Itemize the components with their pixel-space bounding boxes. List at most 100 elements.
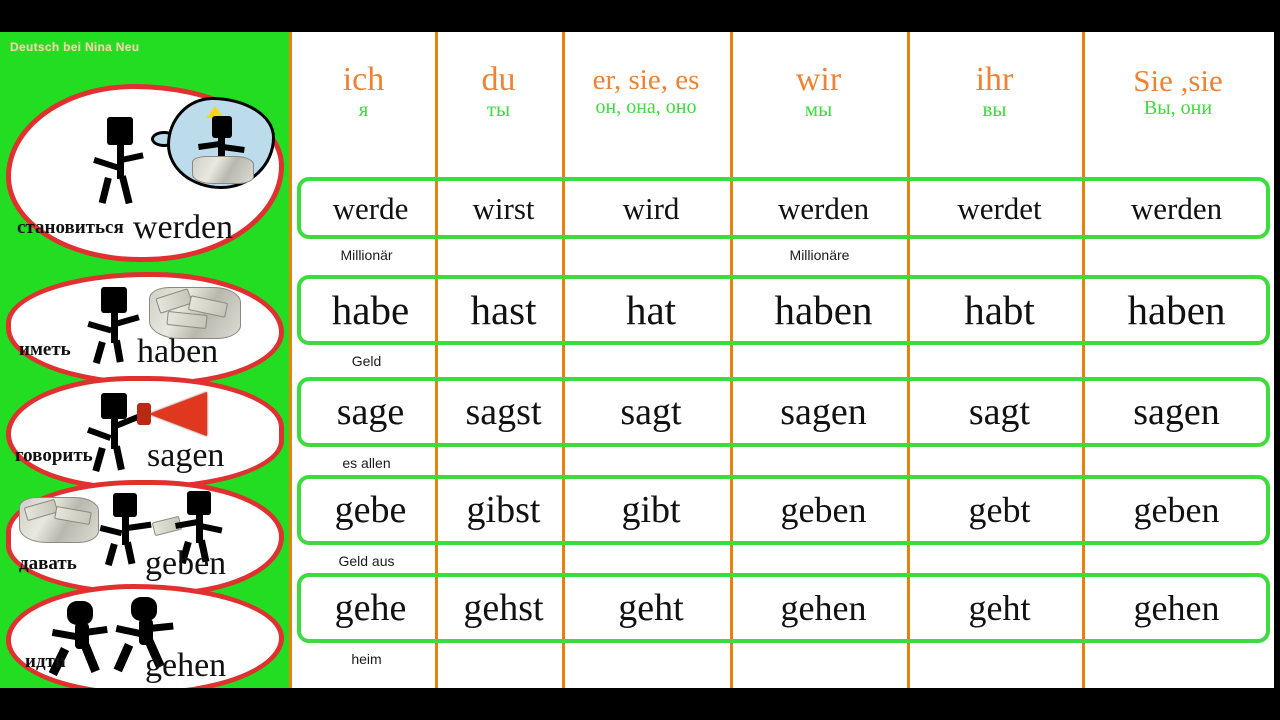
pronoun-german: ihr	[975, 60, 1014, 98]
verb-form-cell: sage	[336, 391, 405, 433]
verb-form-cell: haben	[774, 286, 873, 333]
verb-card-russian-label: становиться	[17, 217, 124, 238]
conjugation-row-box: werde wirst wird werden werdet werden	[297, 177, 1270, 239]
verb-form-cell: hat	[625, 286, 677, 333]
verb-form-cell: sagt	[620, 391, 682, 433]
pronoun-german: wir	[795, 60, 842, 98]
verb-card-geben[interactable]: давать geben	[6, 480, 284, 596]
verb-note-cell: Geld aus	[338, 553, 395, 569]
verb-card-german-label: haben	[137, 333, 219, 370]
card-blob-shape: говорить sagen	[6, 376, 284, 490]
lesson-slide: Deutsch bei Nina Neu становиться werden …	[0, 32, 1274, 688]
channel-watermark: Deutsch bei Nina Neu	[10, 40, 140, 54]
verb-note-cell	[436, 547, 563, 575]
verb-card-russian-label: говорить	[15, 445, 93, 466]
verb-note-cell: heim	[351, 651, 382, 667]
verb-note-cell	[908, 449, 1083, 477]
card-blob-shape: идти gehen	[6, 584, 284, 688]
pronoun-header-row: ich я du ты er, sie, es он, она, оно wir…	[292, 32, 1274, 150]
verb-note-cell	[563, 347, 731, 375]
pronoun-header-du: du ты	[435, 32, 562, 150]
verb-card-russian-label: идти	[25, 651, 66, 672]
pronoun-russian: ты	[486, 96, 511, 121]
verb-card-russian-label: давать	[19, 553, 77, 574]
verb-note-cell: es allen	[342, 455, 391, 471]
verb-note-cell	[731, 347, 908, 375]
verb-note-cell	[1083, 547, 1270, 575]
pronoun-header-sie-formal: Sie ,sie Вы, они	[1082, 32, 1274, 150]
conjugation-note-row: heim	[297, 645, 1270, 673]
verb-card-werden[interactable]: становиться werden	[6, 84, 284, 262]
verb-form-cell: gebe	[334, 489, 407, 531]
verb-card-german-label: werden	[133, 209, 234, 246]
conjugation-table: ich я du ты er, sie, es он, она, оно wir…	[292, 32, 1274, 688]
conjugation-row-box: gebe gibst gibt geben gebt geben	[297, 475, 1270, 545]
verb-form-cell: sagst	[465, 391, 542, 433]
conjugation-row-box: habe hast hat haben habt haben	[297, 275, 1270, 345]
pronoun-russian: Вы, они	[1143, 96, 1213, 119]
verb-form-cell: gehen	[1133, 588, 1220, 628]
verb-form-cell: sagen	[1133, 391, 1220, 433]
verb-form-cell: sagen	[780, 391, 867, 433]
verb-card-haben[interactable]: иметь haben	[6, 272, 284, 386]
conjugation-row-box: gehe gehst geht gehen geht gehen	[297, 573, 1270, 643]
verb-note-cell	[563, 547, 731, 575]
verb-note-cell	[563, 449, 731, 477]
card-blob-shape: иметь haben	[6, 272, 284, 386]
verb-form-cell: werdet	[957, 190, 1042, 226]
thought-bubble-icon	[167, 97, 275, 189]
verb-note-cell	[731, 449, 908, 477]
verb-card-russian-label: иметь	[19, 339, 71, 360]
verb-card-german-label: sagen	[147, 437, 225, 474]
verb-form-cell: wird	[622, 190, 680, 226]
verb-form-cell: geben	[1133, 490, 1220, 530]
verb-form-cell: geben	[780, 490, 867, 530]
verb-form-cell: werden	[1130, 190, 1223, 226]
verb-form-cell: hast	[470, 286, 537, 333]
pronoun-header-er-sie-es: er, sie, es он, она, оно	[562, 32, 730, 150]
pronoun-russian: мы	[804, 96, 833, 121]
verb-form-cell: habe	[331, 286, 410, 333]
pronoun-header-ich: ich я	[292, 32, 435, 150]
verb-card-gehen[interactable]: идти gehen	[6, 584, 284, 688]
verb-note-cell	[731, 547, 908, 575]
verb-note-cell	[436, 347, 563, 375]
conjugation-note-row: Geld aus	[297, 547, 1270, 575]
verb-note-cell	[436, 241, 563, 269]
verb-form-cell: habt	[964, 286, 1035, 333]
verb-card-german-label: gehen	[145, 647, 227, 684]
stick-figure-icon	[93, 117, 155, 207]
verb-form-cell: gibt	[621, 489, 681, 531]
pronoun-russian: вы	[982, 96, 1007, 121]
verb-note-cell	[908, 547, 1083, 575]
verb-note-cell	[1083, 347, 1270, 375]
verb-note-cell: Millionär	[340, 247, 393, 263]
verb-form-cell: gebt	[968, 490, 1031, 530]
verb-form-cell: gehen	[780, 588, 867, 628]
verb-form-cell: werde	[332, 190, 409, 226]
verb-form-cell: sagt	[968, 391, 1031, 433]
money-pile-icon	[192, 156, 254, 184]
verb-note-cell	[908, 347, 1083, 375]
verb-form-cell: gehst	[463, 587, 544, 629]
verb-note-cell	[436, 449, 563, 477]
pronoun-german: er, sie, es	[592, 63, 700, 96]
verb-illustration-sidebar: Deutsch bei Nina Neu становиться werden …	[0, 32, 292, 688]
verb-card-sagen[interactable]: говорить sagen	[6, 376, 284, 490]
pronoun-header-ihr: ihr вы	[907, 32, 1082, 150]
pronoun-german: ich	[342, 60, 385, 98]
verb-form-cell: gehe	[334, 587, 407, 629]
pronoun-header-wir: wir мы	[730, 32, 907, 150]
conjugation-note-row: es allen	[297, 449, 1270, 477]
conjugation-note-row: Geld	[297, 347, 1270, 375]
pronoun-russian: я	[358, 96, 369, 121]
verb-note-cell	[731, 645, 908, 673]
verb-note-cell: Millionäre	[789, 247, 850, 263]
verb-note-cell	[908, 645, 1083, 673]
pronoun-german: du	[481, 60, 516, 98]
pronoun-russian: он, она, оно	[595, 95, 697, 118]
verb-note-cell	[563, 645, 731, 673]
verb-form-cell: geht	[618, 587, 684, 629]
verb-form-cell: haben	[1127, 286, 1226, 333]
verb-note-cell	[1083, 241, 1270, 269]
